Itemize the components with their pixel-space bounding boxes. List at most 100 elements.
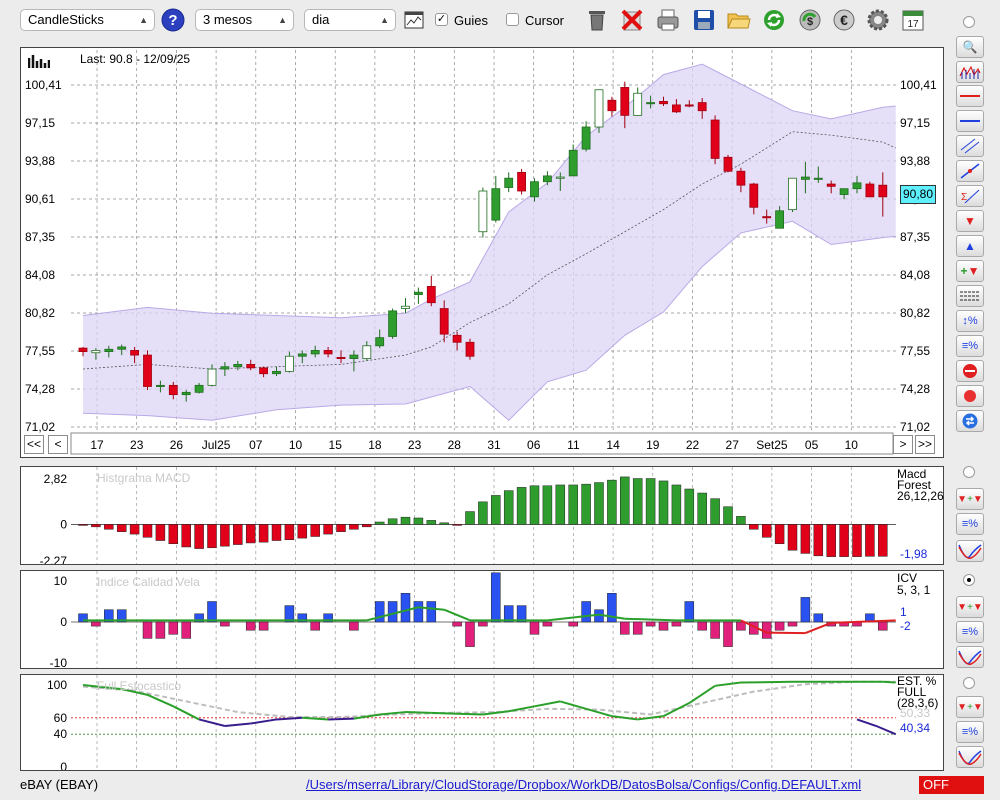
candle-body bbox=[168, 384, 178, 396]
icv-signal-line bbox=[624, 617, 677, 622]
config-path-link[interactable]: /Users/mserra/Library/CloudStorage/Dropb… bbox=[306, 777, 861, 792]
icv-bar bbox=[645, 621, 656, 627]
candle-body bbox=[401, 305, 410, 309]
record-button[interactable] bbox=[956, 385, 984, 407]
y-tick-label-left: 77,55 bbox=[25, 344, 55, 358]
icv-bar bbox=[310, 621, 320, 631]
cursor-checkbox[interactable] bbox=[506, 13, 519, 26]
main-chart[interactable]: 100,41 100,41 97,15 97,15 93,88 93,88 90,61 90,… bbox=[21, 48, 943, 457]
grid-lines-button[interactable] bbox=[956, 285, 984, 307]
icv-signals-button[interactable]: ▼+▼ bbox=[956, 596, 984, 618]
candle-body bbox=[117, 346, 127, 350]
candle-body bbox=[413, 291, 423, 295]
refresh-icon[interactable] bbox=[762, 7, 786, 33]
icv-signal-line bbox=[805, 621, 832, 634]
save-icon[interactable] bbox=[692, 7, 716, 33]
nav-last-button[interactable]: >> bbox=[915, 435, 935, 454]
bar-indicator-button[interactable] bbox=[956, 61, 984, 83]
panel-radio-icv[interactable] bbox=[963, 574, 975, 586]
channel-button[interactable] bbox=[956, 135, 984, 157]
horizontal-blue-line-button[interactable] bbox=[956, 110, 984, 132]
chart-type-select[interactable]: CandleSticks ▲ bbox=[20, 9, 155, 31]
plus-arrow-icon: +▼ bbox=[960, 264, 980, 278]
panel-radio-main[interactable] bbox=[963, 16, 975, 28]
period-select[interactable]: 3 mesos ▲ bbox=[195, 9, 294, 31]
macd-bar bbox=[516, 487, 527, 525]
icv-levels-button[interactable]: ≡% bbox=[956, 621, 984, 643]
interval-select[interactable]: dia ▲ bbox=[304, 9, 396, 31]
x-date-label: Set25 bbox=[756, 438, 788, 452]
icv-bar bbox=[400, 593, 411, 623]
macd-bar bbox=[852, 524, 862, 557]
icv-legend-line2: 5, 3, 1 bbox=[897, 583, 931, 597]
candle-body bbox=[375, 337, 385, 347]
chart-window-icon[interactable] bbox=[402, 7, 426, 33]
stochastic-legend: EST. % FULL (28,3,6) bbox=[897, 675, 938, 709]
red-line-icon bbox=[960, 95, 980, 97]
macd-bar bbox=[581, 483, 591, 525]
candle-body bbox=[684, 104, 694, 107]
macd-curve-button[interactable] bbox=[956, 540, 984, 562]
swap-button[interactable] bbox=[956, 410, 984, 432]
gear-icon[interactable] bbox=[866, 7, 890, 33]
trendline-button[interactable] bbox=[956, 160, 984, 182]
open-folder-icon[interactable] bbox=[727, 7, 751, 33]
stochastic-panel[interactable]: 100 60 40 0 Full Estocastico EST. % FULL (2… bbox=[20, 674, 944, 771]
fibonacci-button[interactable]: Σ bbox=[956, 185, 984, 207]
macd-panel[interactable]: 2,82 0 -2,27 Histgrama MACD Macd Forest 26… bbox=[20, 466, 944, 565]
stochastic-curve-button[interactable] bbox=[956, 746, 984, 768]
horizontal-red-line-button[interactable] bbox=[956, 85, 984, 107]
macd-levels-button[interactable]: ≡% bbox=[956, 513, 984, 535]
macd-signals-button[interactable]: ▼+▼ bbox=[956, 488, 984, 510]
panel-radio-macd[interactable] bbox=[963, 466, 975, 478]
status-badge[interactable]: OFF bbox=[919, 776, 984, 794]
icv-signal-line bbox=[443, 608, 471, 622]
add-signal-button[interactable]: +▼ bbox=[956, 260, 984, 282]
macd-bar bbox=[632, 478, 643, 525]
y-tick-label: -10 bbox=[50, 656, 68, 668]
macd-bar bbox=[800, 524, 811, 554]
x-date-label: 18 bbox=[368, 438, 382, 452]
help-icon[interactable]: ? bbox=[161, 7, 185, 33]
candle-body bbox=[272, 370, 281, 375]
percent-lines-icon: ≡% bbox=[961, 626, 979, 638]
buy-signal-button[interactable]: ▲ bbox=[956, 235, 984, 257]
sync-currency-icon[interactable]: $ bbox=[798, 7, 822, 33]
nav-first-button[interactable]: << bbox=[24, 435, 44, 454]
macd-bar bbox=[761, 524, 772, 538]
last-quote-label: Last: 90.8 - 12/09/25 bbox=[80, 52, 191, 66]
nav-prev-button[interactable]: < bbox=[48, 435, 68, 454]
stochastic-levels-button[interactable]: ≡% bbox=[956, 721, 984, 743]
euro-icon[interactable]: € bbox=[832, 7, 856, 33]
icv-bar bbox=[813, 613, 824, 623]
candle-body bbox=[323, 350, 333, 355]
guides-checkbox[interactable]: ✓ bbox=[435, 13, 448, 26]
panel-radio-stochastic[interactable] bbox=[963, 677, 975, 689]
stochastic-title: Full Estocastico bbox=[97, 679, 182, 693]
y-tick-label-left: 97,15 bbox=[25, 116, 55, 130]
y-tick-label: 0 bbox=[60, 760, 67, 770]
print-icon[interactable] bbox=[656, 7, 680, 33]
stochastic-signals-button[interactable]: ▼+▼ bbox=[956, 696, 984, 718]
trash-icon[interactable] bbox=[585, 7, 609, 33]
icv-curve-button[interactable] bbox=[956, 646, 984, 668]
stop-button[interactable] bbox=[956, 360, 984, 382]
delete-icon[interactable] bbox=[620, 7, 644, 33]
nav-next-button[interactable]: > bbox=[893, 435, 913, 454]
zoom-button[interactable]: 🔍 bbox=[956, 36, 984, 58]
macd-title: Histgrama MACD bbox=[97, 471, 191, 485]
calendar-icon[interactable]: 17 bbox=[901, 7, 925, 33]
sell-signal-button[interactable]: ▼ bbox=[956, 210, 984, 232]
scale-percent-button[interactable]: ↕% bbox=[956, 310, 984, 332]
candle-body bbox=[155, 384, 165, 387]
icv-panel[interactable]: 10 0 -10 Indice Calidad Vela ICV 5, 3, 1 1… bbox=[20, 570, 944, 669]
red-dot-icon bbox=[964, 390, 976, 402]
main-chart-panel[interactable]: 100,41 100,41 97,15 97,15 93,88 93,88 90,61 90,… bbox=[20, 47, 944, 458]
candle-body bbox=[504, 177, 514, 188]
x-date-label: 11 bbox=[567, 438, 580, 452]
macd-bar bbox=[697, 492, 707, 525]
candle-body bbox=[813, 177, 823, 180]
stochastic-k-line bbox=[714, 681, 742, 687]
macd-bar bbox=[658, 480, 669, 525]
percent-lines-button[interactable]: ≡% bbox=[956, 335, 984, 357]
